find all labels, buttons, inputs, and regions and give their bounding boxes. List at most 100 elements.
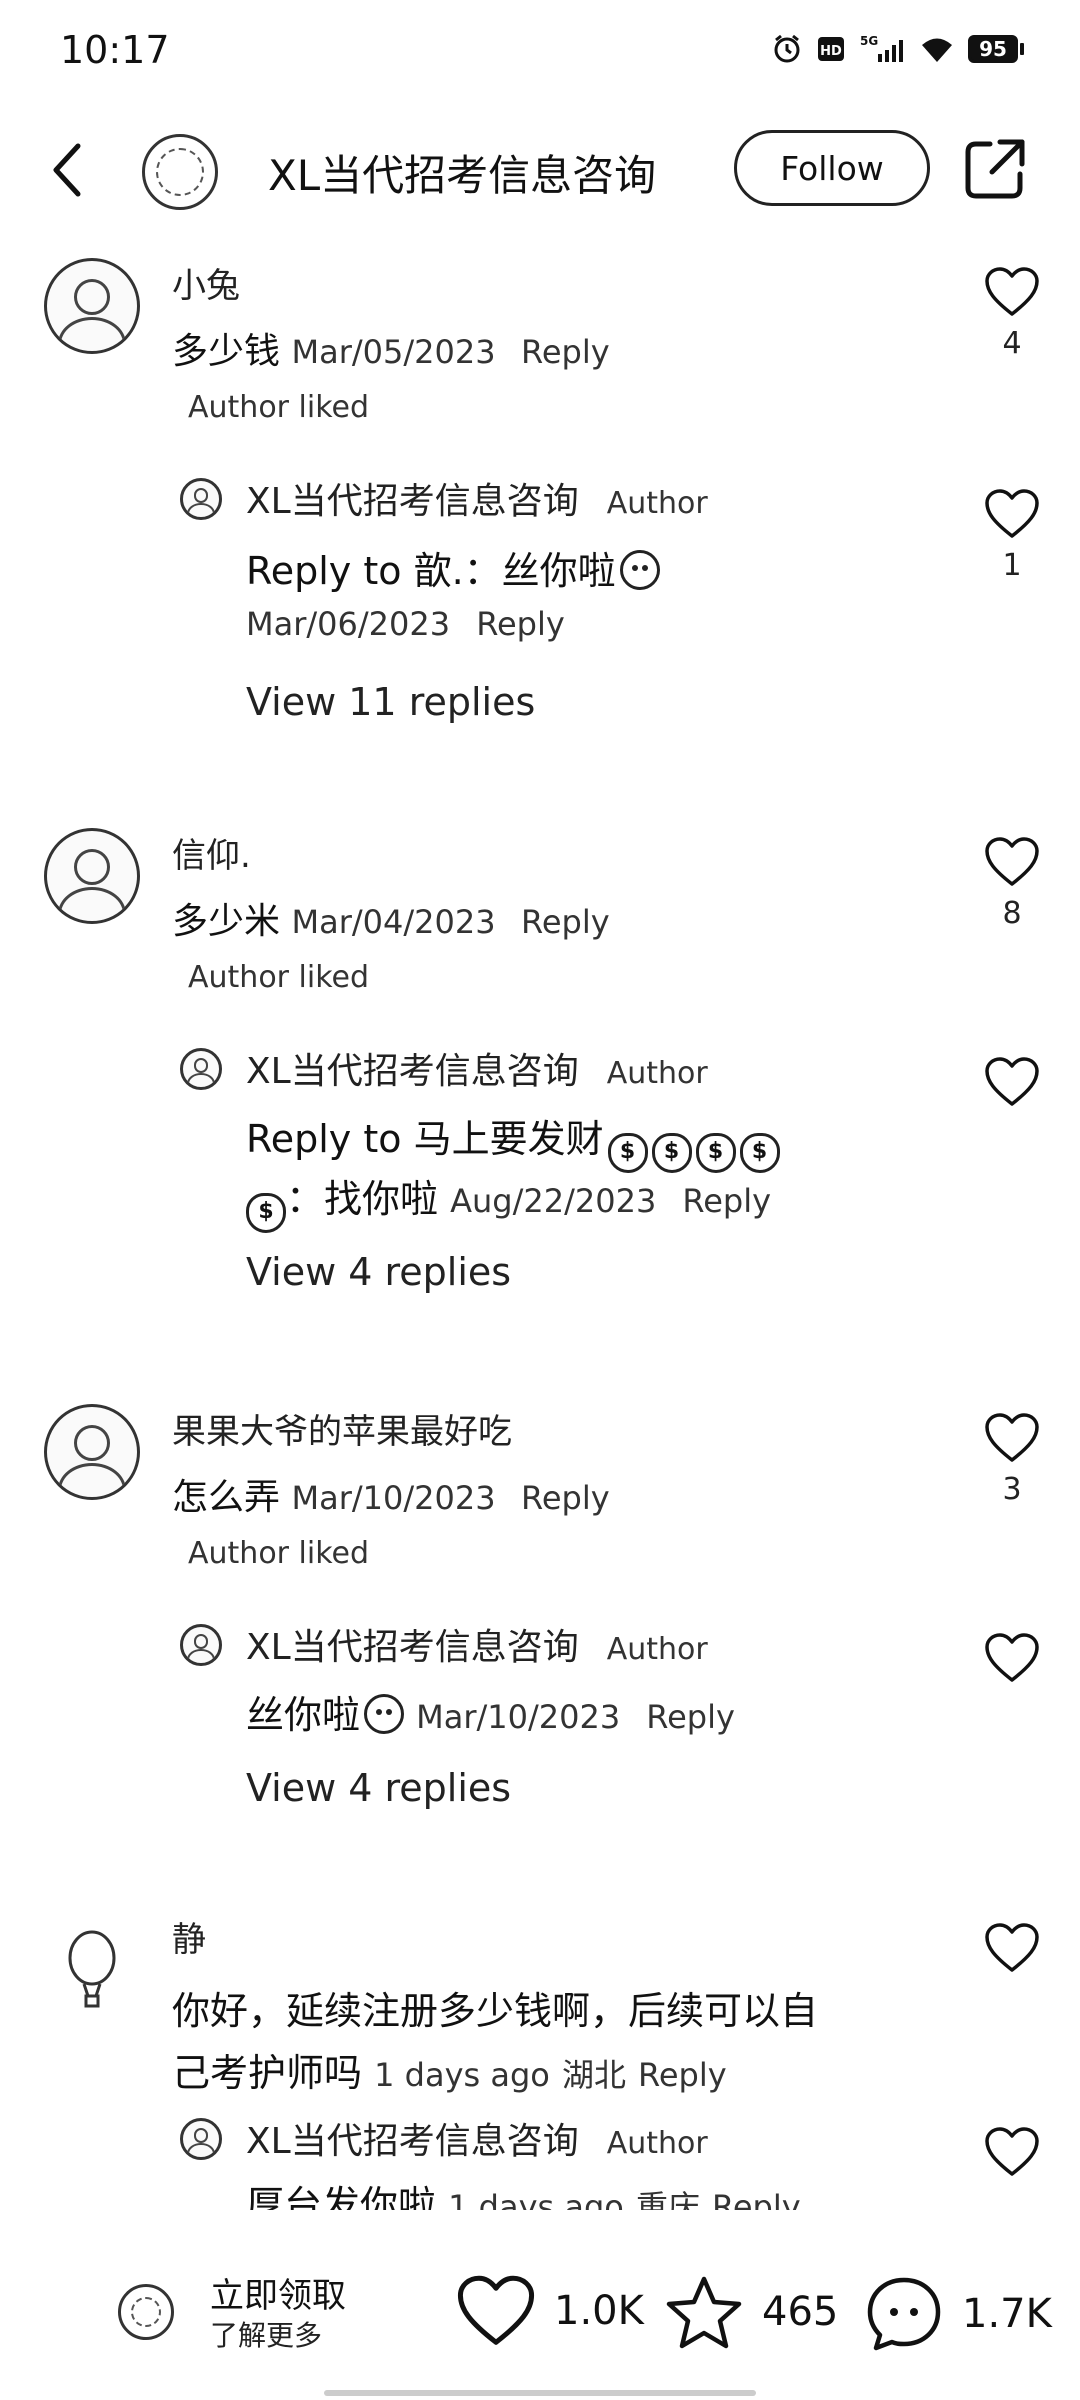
reply-target[interactable]: 歆. — [414, 549, 464, 593]
share-icon — [965, 139, 1025, 199]
author-liked-badge: Author liked — [188, 1536, 370, 1571]
money-bag-icon: $ — [246, 1193, 286, 1233]
post-like-count: 1.0K — [554, 2288, 644, 2334]
reply-username[interactable]: XL当代招考信息咨询 Author — [246, 1618, 708, 1670]
status-time: 10:17 — [60, 28, 170, 72]
comment-username[interactable]: 静 — [172, 1912, 206, 1961]
reply-button[interactable]: Reply — [638, 2056, 727, 2094]
reply-like-button[interactable]: 1 — [976, 488, 1048, 583]
like-button[interactable]: 3 — [976, 1412, 1048, 1507]
alarm-icon — [774, 34, 800, 63]
header: XL当代招考信息咨询 Follow — [0, 110, 1080, 230]
reply-like-button[interactable] — [976, 1632, 1048, 1692]
comment-date: Mar/10/2023 — [291, 1479, 496, 1517]
heart-icon — [985, 1057, 1039, 1106]
heart-icon — [985, 267, 1039, 316]
like-count: 3 — [1002, 1472, 1022, 1507]
reply-button[interactable]: Reply — [476, 605, 565, 643]
comment-feed[interactable]: 小兔 多少钱 Mar/05/2023 Reply Author liked 4 … — [0, 230, 1080, 2210]
favorite-count: 465 — [762, 2289, 839, 2335]
view-replies-button[interactable]: View 4 replies — [246, 1766, 511, 1810]
like-button[interactable]: 4 — [976, 266, 1048, 361]
promo-avatar[interactable] — [118, 2284, 174, 2340]
like-button[interactable]: 8 — [976, 836, 1048, 931]
user-avatar[interactable] — [44, 258, 140, 354]
like-post-button[interactable]: 1.0K — [456, 2274, 644, 2348]
battery-level: 95 — [968, 35, 1018, 63]
like-count: 1 — [1002, 548, 1022, 583]
heart-icon — [457, 2275, 535, 2345]
status-bar: 10:17 HD 5G 95 — [0, 0, 1080, 100]
author-avatar[interactable] — [180, 1048, 222, 1090]
user-avatar[interactable] — [44, 828, 140, 924]
account-avatar[interactable] — [142, 134, 218, 210]
follow-button[interactable]: Follow — [734, 130, 930, 206]
author-tag: Author — [606, 2126, 708, 2161]
author-avatar[interactable] — [180, 1624, 222, 1666]
network-label: 5G — [860, 34, 878, 48]
reply-button[interactable]: Reply — [521, 333, 610, 371]
reply-date: Mar/10/2023 — [416, 1698, 621, 1736]
comment-text: 多少钱 Mar/05/2023 Reply — [172, 331, 610, 372]
reply-meta: Mar/06/2023 Reply — [246, 600, 565, 644]
reply-button[interactable]: Reply — [646, 1698, 735, 1736]
author-tag: Author — [606, 486, 708, 521]
svg-text:HD: HD — [820, 44, 842, 59]
comment-username[interactable]: 小兔 — [172, 258, 240, 307]
comment-date: 1 days ago — [374, 2056, 550, 2094]
view-replies-button[interactable]: View 4 replies — [246, 1250, 511, 1294]
reply-button[interactable]: Reply — [712, 2188, 801, 2210]
reply-button[interactable]: Reply — [521, 1479, 610, 1517]
account-name[interactable]: XL当代招考信息咨询 — [268, 142, 656, 203]
reply-username[interactable]: XL当代招考信息咨询 Author — [246, 472, 708, 524]
reply-button[interactable]: Reply — [521, 903, 610, 941]
battery-icon: 95 — [968, 35, 1024, 63]
comment-username[interactable]: 果果大爷的苹果最好吃 — [172, 1404, 512, 1453]
view-replies-button[interactable]: View 11 replies — [246, 680, 535, 724]
star-icon — [666, 2276, 742, 2349]
home-indicator[interactable] — [324, 2390, 756, 2396]
author-tag: Author — [606, 1632, 708, 1667]
claim-now-button[interactable]: 立即领取 — [210, 2268, 346, 2317]
balloon-avatar-icon — [68, 1930, 116, 2008]
favorite-button[interactable]: 465 — [664, 2274, 838, 2350]
heart-icon — [985, 2127, 1039, 2176]
reply-text: 丝你啦 Mar/10/2023 Reply — [246, 1693, 735, 1737]
emoji-face-icon — [364, 1694, 405, 1734]
back-button[interactable] — [36, 130, 96, 210]
learn-more-link[interactable]: 了解更多 — [210, 2314, 322, 2354]
author-liked-badge: Author liked — [188, 390, 370, 425]
reply-location: 重庆 — [635, 2188, 700, 2210]
comment-location: 湖北 — [561, 2056, 626, 2094]
comment-text: 你好，延续注册多少钱啊，后续可以自 — [172, 1989, 819, 2033]
reply-date: Aug/22/2023 — [450, 1182, 657, 1220]
heart-icon — [985, 837, 1039, 886]
back-icon — [53, 143, 81, 197]
reply-button[interactable]: Reply — [682, 1182, 771, 1220]
money-bag-icon: $ — [695, 1133, 736, 1173]
like-button[interactable] — [976, 1922, 1048, 1982]
comment-username[interactable]: 信仰. — [172, 828, 251, 877]
author-avatar[interactable] — [180, 2118, 222, 2160]
reply-username[interactable]: XL当代招考信息咨询 Author — [246, 1042, 708, 1094]
wifi-icon — [922, 38, 952, 62]
heart-icon — [985, 1923, 1039, 1972]
reply-target[interactable]: 马上要发财 — [414, 1117, 604, 1161]
reply-like-button[interactable] — [976, 2126, 1048, 2186]
signal-icon: 5G — [860, 34, 903, 62]
status-icons: HD 5G 95 — [772, 34, 1024, 64]
reply-username[interactable]: XL当代招考信息咨询 Author — [246, 2112, 708, 2164]
comment-button[interactable]: 1.7K — [864, 2274, 1052, 2354]
reply-text-cont: $ ：找你啦 Aug/22/2023 Reply — [246, 1168, 771, 1233]
comment-count: 1.7K — [962, 2291, 1052, 2337]
share-button[interactable] — [960, 134, 1030, 204]
emoji-face-icon — [619, 550, 660, 590]
heart-icon — [985, 489, 1039, 538]
user-avatar[interactable] — [44, 1920, 140, 2016]
user-avatar[interactable] — [44, 1404, 140, 1500]
like-count: 8 — [1002, 896, 1022, 931]
author-avatar[interactable] — [180, 478, 222, 520]
money-bag-icon: $ — [739, 1133, 780, 1173]
comment-text: 怎么弄 Mar/10/2023 Reply — [172, 1477, 610, 1518]
reply-like-button[interactable] — [976, 1056, 1048, 1116]
